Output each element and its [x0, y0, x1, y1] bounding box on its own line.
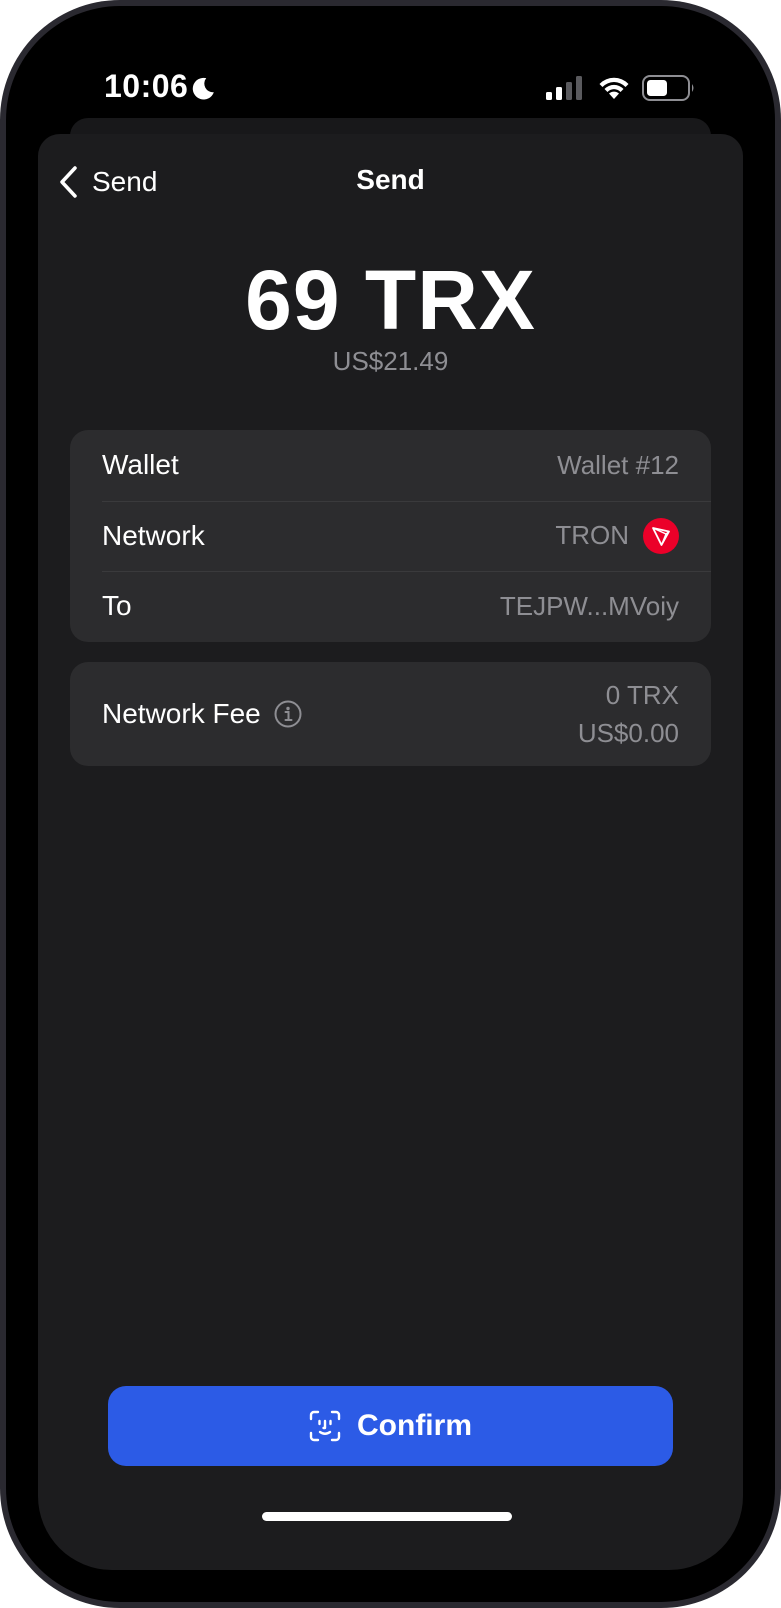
- network-label: Network: [102, 519, 205, 551]
- recipient-row: To TEJPW...MVoiy: [70, 571, 711, 642]
- battery-icon: [642, 75, 694, 101]
- status-time: 10:06: [104, 68, 189, 104]
- status-bar: 10:06: [6, 6, 775, 116]
- phone-frame: 10:06 Send Send 69 TRX US$21.49 Wallet W…: [0, 0, 781, 1608]
- send-amount-fiat: US$21.49: [332, 346, 449, 376]
- send-sheet: Send Send 69 TRX US$21.49 Wallet Wallet …: [38, 134, 743, 1570]
- home-indicator: [262, 1512, 512, 1521]
- send-amount: 69 TRX: [245, 253, 536, 347]
- network-fee-crypto: 0 TRX: [605, 680, 679, 710]
- recipient-label: To: [102, 590, 132, 622]
- network-value: TRON: [555, 520, 629, 551]
- wallet-value: Wallet #12: [557, 449, 679, 480]
- recipient-address: TEJPW...MVoiy: [499, 590, 679, 621]
- network-value-wrap: TRON: [555, 517, 679, 554]
- network-fee-card: Network Fee 0 TRX US$0.00: [70, 662, 711, 766]
- wallet-row: Wallet Wallet #12: [70, 430, 711, 501]
- moon-icon: [192, 77, 214, 100]
- network-fee-label: Network Fee: [102, 698, 261, 729]
- confirm-label: Confirm: [357, 1409, 472, 1442]
- faceid-icon: [309, 1410, 341, 1442]
- network-fee-fiat: US$0.00: [577, 718, 679, 748]
- transaction-details: Wallet Wallet #12 Network TRON To TEJPW.…: [70, 430, 711, 642]
- tron-icon: [643, 517, 679, 554]
- network-row: Network TRON: [70, 500, 711, 572]
- confirm-button[interactable]: Confirm: [108, 1386, 673, 1466]
- screen: 10:06 Send Send 69 TRX US$21.49 Wallet W…: [6, 6, 775, 1602]
- wifi-icon: [599, 77, 629, 99]
- network-fee-values: 0 TRX US$0.00: [578, 676, 679, 752]
- signal-icon: [546, 76, 582, 100]
- page-title: Send: [356, 164, 425, 195]
- navigation-bar: Send Send: [38, 134, 743, 230]
- wallet-label: Wallet: [102, 449, 179, 481]
- info-icon[interactable]: [273, 699, 303, 729]
- network-fee-label-wrap: Network Fee: [102, 698, 578, 730]
